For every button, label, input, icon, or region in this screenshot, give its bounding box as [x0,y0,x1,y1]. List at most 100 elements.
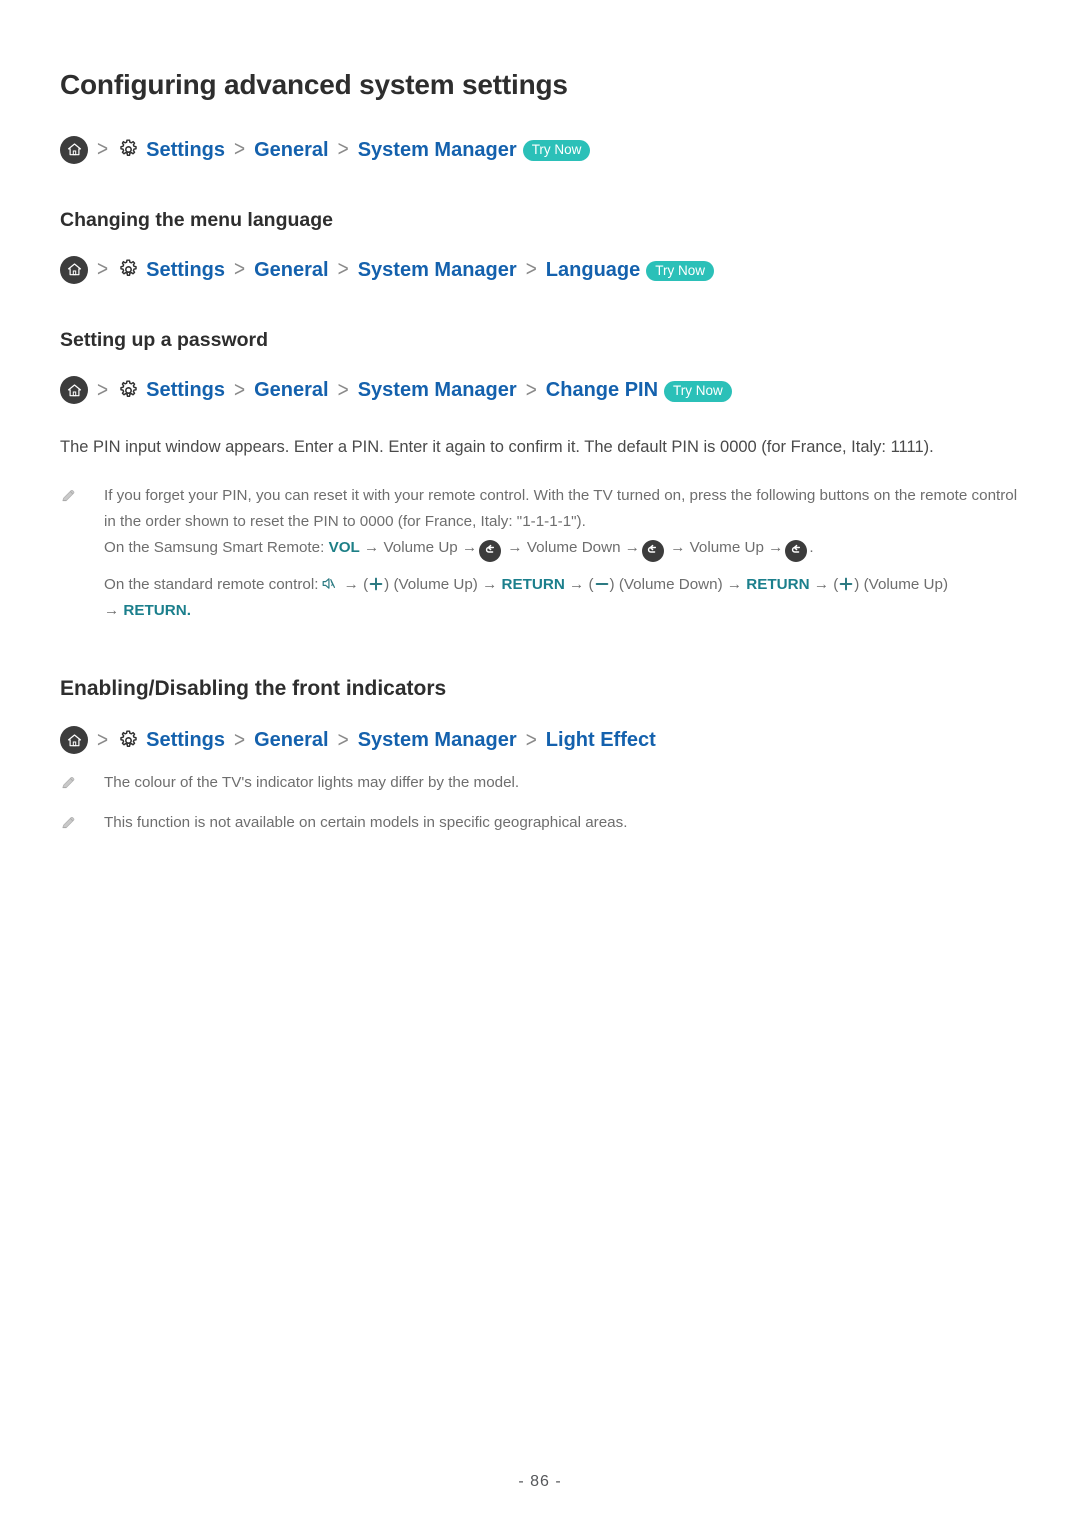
mute-icon[interactable] [320,575,337,592]
breadcrumb-crumb-change-pin[interactable]: Change PIN [546,380,658,400]
breadcrumb-crumb-general[interactable]: General [254,260,328,280]
arrow-glyph: → [624,539,640,557]
volume-down-group: () [588,575,615,593]
arrow-glyph: → [482,575,498,593]
return-arrow-icon[interactable] [479,539,502,562]
breadcrumb-crumb-settings[interactable]: Settings [146,140,225,160]
breadcrumb-crumb-system-manager[interactable]: System Manager [358,140,517,160]
breadcrumb-separator: > [97,728,109,753]
step-volume-down: Volume Down [526,539,621,557]
arrow-glyph: → [461,539,478,557]
arrow-glyph: → [507,539,523,557]
volume-up-label-2: (Volume Up) [863,575,948,593]
note-line-pin-reset: If you forget your PIN, you can reset it… [104,487,1018,531]
pencil-note-icon [60,774,77,791]
breadcrumb-system-manager: > Settings > General > System Manager Tr… [60,135,1020,164]
note-indicator-colour: The colour of the TV's indicator lights … [60,770,1020,796]
gear-icon[interactable] [117,138,140,161]
breadcrumb-crumb-system-manager[interactable]: System Manager [358,730,517,750]
volume-up-label: (Volume Up) [393,575,478,593]
breadcrumb-separator: > [234,137,246,162]
breadcrumb-separator: > [234,728,246,753]
return-button-label-3[interactable]: RETURN. [123,602,191,619]
minus-icon[interactable] [594,576,610,592]
breadcrumb-separator: > [337,137,349,162]
note-model-availability: This function is not available on certai… [60,810,1020,836]
return-arrow-icon[interactable] [641,539,664,562]
vol-button-label[interactable]: VOL [329,539,360,556]
gear-icon[interactable] [117,729,140,752]
note-pin-reset: If you forget your PIN, you can reset it… [60,483,1020,624]
volume-up-group-2: () [833,575,860,593]
try-now-badge[interactable]: Try Now [522,140,591,161]
breadcrumb-separator: > [234,257,246,283]
section-heading-front-indicators: Enabling/Disabling the front indicators [60,677,447,701]
breadcrumb-crumb-language[interactable]: Language [546,260,640,280]
smart-remote-trailing: . [809,539,814,557]
arrow-glyph: → [726,575,743,593]
plus-icon[interactable] [838,576,854,592]
breadcrumb-crumb-light-effect[interactable]: Light Effect [546,730,656,750]
breadcrumb-language: > Settings > General > System Manager > … [60,255,1020,284]
smart-remote-prefix: On the Samsung Smart Remote: [104,539,325,557]
step-volume-up-1: Volume Up [383,539,458,557]
home-icon[interactable] [60,255,88,284]
note-line-standard-remote: On the standard remote control: → () (Vo… [104,572,1020,598]
home-icon[interactable] [60,135,88,164]
breadcrumb-separator: > [337,378,349,403]
arrow-glyph: → [343,575,359,593]
try-now-badge[interactable]: Try Now [646,260,714,282]
arrow-glyph: → [569,575,585,593]
return-button-label-2[interactable]: RETURN [746,576,809,593]
note-body: The colour of the TV's indicator lights … [104,774,520,792]
page-title: Configuring advanced system settings [60,69,568,100]
section-heading-menu-language: Changing the menu language [60,208,334,231]
pencil-note-icon [60,814,77,831]
volume-down-label: (Volume Down) [618,575,723,593]
breadcrumb-separator: > [337,728,349,753]
breadcrumb-separator: > [337,257,349,283]
gear-icon[interactable] [117,258,140,281]
breadcrumb-change-pin: > Settings > General > System Manager > … [60,376,1020,405]
breadcrumb-separator: > [234,378,246,403]
breadcrumb-crumb-system-manager[interactable]: System Manager [358,380,517,400]
breadcrumb-crumb-general[interactable]: General [254,140,328,160]
document-page: Configuring advanced system settings > S… [0,0,1080,1527]
return-arrow-icon[interactable] [785,539,808,562]
breadcrumb-separator: > [97,257,109,283]
pencil-note-icon [60,487,77,504]
step-volume-up-2: Volume Up [689,539,764,557]
arrow-glyph: → [364,539,380,557]
note-body: This function is not available on certai… [104,813,628,831]
breadcrumb-crumb-general[interactable]: General [254,730,328,750]
breadcrumb-crumb-general[interactable]: General [254,380,328,400]
breadcrumb-separator: > [97,378,109,403]
page-number: - 86 - [518,1473,562,1490]
arrow-glyph: → [813,575,829,593]
home-icon[interactable] [60,726,88,755]
volume-up-group: () [363,575,390,593]
try-now-badge[interactable]: Try Now [664,381,732,402]
breadcrumb-separator: > [525,378,537,403]
note-line-final-return: → RETURN. [104,598,1020,624]
standard-remote-prefix: On the standard remote control: [104,575,319,593]
home-icon[interactable] [60,376,88,405]
breadcrumb-crumb-system-manager[interactable]: System Manager [358,260,517,280]
breadcrumb-crumb-settings[interactable]: Settings [146,380,225,400]
return-button-label-1[interactable]: RETURN [502,576,565,593]
breadcrumb-crumb-settings[interactable]: Settings [146,260,225,280]
note-line-smart-remote: On the Samsung Smart Remote: VOL → Volum… [104,535,1020,562]
note-body: If you forget your PIN, you can reset it… [104,483,1020,624]
arrow-glyph: → [670,539,686,557]
breadcrumb-light-effect: > Settings > General > System Manager > … [60,726,1020,755]
breadcrumb-separator: > [525,257,537,283]
arrow-glyph: → [104,601,120,619]
gear-icon[interactable] [117,379,140,402]
arrow-glyph: → [768,539,784,557]
breadcrumb-crumb-settings[interactable]: Settings [146,730,225,750]
plus-icon[interactable] [368,576,384,592]
breadcrumb-separator: > [525,728,537,753]
pin-description-paragraph: The PIN input window appears. Enter a PI… [60,438,934,457]
section-heading-password: Setting up a password [60,328,269,351]
breadcrumb-separator: > [97,137,109,162]
